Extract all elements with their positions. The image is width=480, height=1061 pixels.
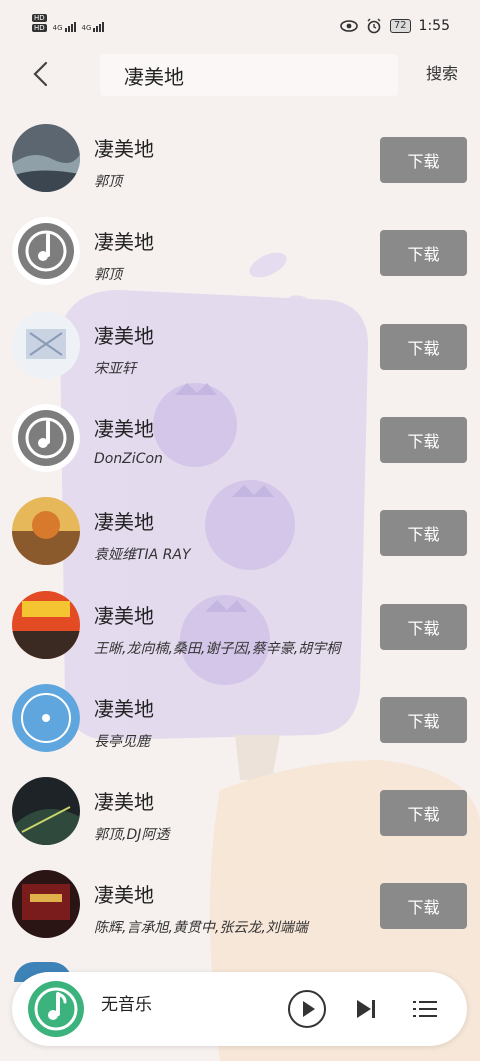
album-cover xyxy=(12,497,80,566)
search-input[interactable] xyxy=(124,54,384,96)
song-artist: 宋亚轩 xyxy=(94,360,136,377)
song-artist: DonZiCon xyxy=(94,450,163,467)
album-cover xyxy=(12,777,80,846)
song-artist: 郭顶 xyxy=(94,174,122,190)
song-row[interactable]: 凄美地郭顶,DJ阿透 下载 xyxy=(0,767,480,860)
search-box xyxy=(100,54,398,96)
song-row[interactable]: 凄美地郭顶 下载 xyxy=(0,207,480,300)
download-button[interactable]: 下载 xyxy=(380,510,467,557)
song-artist: 袁娅维TIA RAY xyxy=(94,547,191,564)
album-cover xyxy=(12,217,80,286)
skip-next-icon xyxy=(357,1000,375,1018)
song-row[interactable]: 凄美地郭顶 下载 xyxy=(0,114,480,207)
song-title: 凄美地 xyxy=(94,137,154,161)
album-cover xyxy=(12,403,80,472)
download-button[interactable]: 下载 xyxy=(380,603,467,650)
play-button[interactable] xyxy=(287,989,327,1029)
download-button[interactable]: 下载 xyxy=(380,137,467,183)
song-title: 凄美地 xyxy=(94,510,154,535)
song-artist: 郭顶,DJ阿透 xyxy=(94,827,170,844)
hd-tag: HD xyxy=(32,14,47,22)
song-row[interactable]: 凄美地 DonZiCon 下载 xyxy=(0,394,480,487)
song-row[interactable]: 凄美地王晰,龙向楠,桑田,谢子因,蔡辛豪,胡宇桐 下载 xyxy=(0,581,480,674)
album-cover xyxy=(12,870,80,939)
song-title: 凄美地 xyxy=(94,603,154,628)
album-cover xyxy=(12,590,80,659)
back-button[interactable] xyxy=(22,56,58,92)
song-row[interactable]: 凄美地宋亚轩 下载 xyxy=(0,301,480,394)
list-icon xyxy=(413,1001,437,1017)
next-track-button[interactable] xyxy=(352,995,380,1023)
search-button[interactable]: 搜索 xyxy=(426,60,458,84)
download-button[interactable]: 下载 xyxy=(380,230,467,277)
player-cover xyxy=(27,980,85,1042)
song-title: 凄美地 xyxy=(94,790,154,815)
playlist-button[interactable] xyxy=(411,995,439,1023)
download-button[interactable]: 下载 xyxy=(380,696,467,743)
song-title: 凄美地 xyxy=(94,323,154,348)
song-list: 凄美地 郭顶 下载 凄美地 郭顶 下载 凄美地 宋亚轩 下载 凄美地 DonZiCon 下载 凄美地 袁娅… xyxy=(0,114,480,974)
hd-tag: HD xyxy=(32,24,47,32)
alarm-icon xyxy=(366,18,382,34)
song-title: 凄美地 xyxy=(94,883,154,908)
song-artist: 王晰,龙向楠,桑田,谢子因,蔡辛豪,胡宇桐 xyxy=(94,640,341,657)
song-title: 凄美地 xyxy=(94,416,154,441)
download-button[interactable]: 下载 xyxy=(380,323,467,370)
signal-icon: 4G xyxy=(82,22,105,32)
song-row[interactable]: 凄美地長亭见鹿 下载 xyxy=(0,674,480,767)
battery-indicator: 72 xyxy=(389,19,411,33)
music-note-icon xyxy=(28,981,84,1037)
song-artist: 郭顶 xyxy=(94,267,122,284)
download-button[interactable]: 下载 xyxy=(380,883,467,930)
status-bar: HD HD 4G 4G 72 1:55 xyxy=(0,0,480,50)
play-icon xyxy=(288,990,326,1028)
album-cover xyxy=(12,310,80,379)
status-time: 1:55 xyxy=(418,18,450,34)
hd-indicators: HD HD xyxy=(32,14,47,32)
chevron-left-icon xyxy=(33,61,48,87)
song-title: 凄美地 xyxy=(94,230,154,255)
status-left: HD HD 4G 4G xyxy=(32,14,105,32)
search-header: 搜索 xyxy=(0,50,480,102)
download-button[interactable]: 下载 xyxy=(380,416,467,463)
signal-icon: 4G xyxy=(53,22,76,32)
song-artist: 長亭见鹿 xyxy=(94,733,150,750)
download-button[interactable]: 下载 xyxy=(380,790,467,837)
album-cover xyxy=(12,124,80,192)
album-cover xyxy=(12,683,80,752)
mini-player[interactable]: 无音乐 xyxy=(12,972,467,1046)
song-row[interactable]: 凄美地袁娅维TIA RAY 下载 xyxy=(0,487,480,580)
eye-icon xyxy=(340,20,358,32)
song-row[interactable]: 凄美地陈辉,言承旭,黄贯中,张云龙,刘端端 下载 xyxy=(0,860,480,953)
status-right: 72 1:55 xyxy=(340,18,450,34)
song-title: 凄美地 xyxy=(94,696,154,721)
song-artist: 陈辉,言承旭,黄贯中,张云龙,刘端端 xyxy=(94,920,308,937)
player-title: 无音乐 xyxy=(101,995,152,1015)
